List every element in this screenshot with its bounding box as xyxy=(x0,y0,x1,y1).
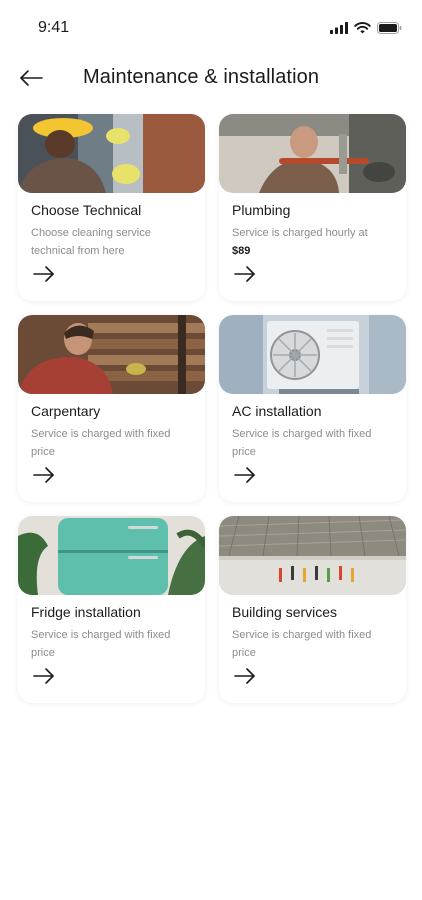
card-title: Plumbing xyxy=(232,202,291,218)
arrow-left-icon xyxy=(20,70,43,86)
description-text: Service is charged with fixed price xyxy=(232,629,372,659)
arrow-right-icon[interactable] xyxy=(32,264,56,284)
card-description: Service is charged with fixed price xyxy=(31,425,197,461)
service-grid: Choose Technical Choose cleaning service… xyxy=(18,114,406,703)
description-text: Service is charged hourly at xyxy=(232,227,368,239)
card-description: Choose cleaning service technical from h… xyxy=(31,224,197,260)
plumber-photo xyxy=(219,114,406,193)
description-text: Service is charged with fixed price xyxy=(31,629,171,659)
card-description: Service is charged with fixed price xyxy=(232,626,398,662)
arrow-right-icon[interactable] xyxy=(32,465,56,485)
technician-photo xyxy=(18,114,205,193)
service-card-fridge-installation[interactable]: Fridge installation Service is charged w… xyxy=(18,516,205,703)
arrow-right-icon[interactable] xyxy=(233,666,257,686)
wifi-icon xyxy=(354,22,371,34)
card-title: Carpentary xyxy=(31,403,101,419)
arrow-right-icon[interactable] xyxy=(233,465,257,485)
service-card-ac-installation[interactable]: AC installation Service is charged with … xyxy=(219,315,406,502)
construction-site-photo xyxy=(219,516,406,595)
card-title: Building services xyxy=(232,604,338,620)
page-title: Maintenance & installation xyxy=(83,66,320,88)
back-button[interactable] xyxy=(18,66,44,90)
service-card-choose-technical[interactable]: Choose Technical Choose cleaning service… xyxy=(18,114,205,301)
cellular-signal-icon xyxy=(330,22,348,34)
status-bar: 9:41 xyxy=(0,0,422,56)
service-card-carpentary[interactable]: Carpentary Service is charged with fixed… xyxy=(18,315,205,502)
price-text: $89 xyxy=(232,245,251,257)
battery-icon xyxy=(377,22,402,34)
header: Maintenance & installation xyxy=(0,56,422,100)
service-card-building-services[interactable]: Building services Service is charged wit… xyxy=(219,516,406,703)
status-time: 9:41 xyxy=(38,19,70,36)
arrow-right-icon[interactable] xyxy=(233,264,257,284)
fridge-photo xyxy=(18,516,205,595)
card-title: AC installation xyxy=(232,403,322,419)
card-description: Service is charged hourly at $89 xyxy=(232,224,398,260)
description-text: Choose cleaning service technical from h… xyxy=(31,227,151,257)
description-text: Service is charged with fixed price xyxy=(232,428,372,458)
arrow-right-icon[interactable] xyxy=(32,666,56,686)
carpenter-photo xyxy=(18,315,205,394)
status-icons xyxy=(330,22,402,34)
card-title: Fridge installation xyxy=(31,604,141,620)
card-description: Service is charged with fixed price xyxy=(232,425,398,461)
card-title: Choose Technical xyxy=(31,202,142,218)
description-text: Service is charged with fixed price xyxy=(31,428,171,458)
ac-unit-photo xyxy=(219,315,406,394)
service-card-plumbing[interactable]: Plumbing Service is charged hourly at $8… xyxy=(219,114,406,301)
card-description: Service is charged with fixed price xyxy=(31,626,197,662)
